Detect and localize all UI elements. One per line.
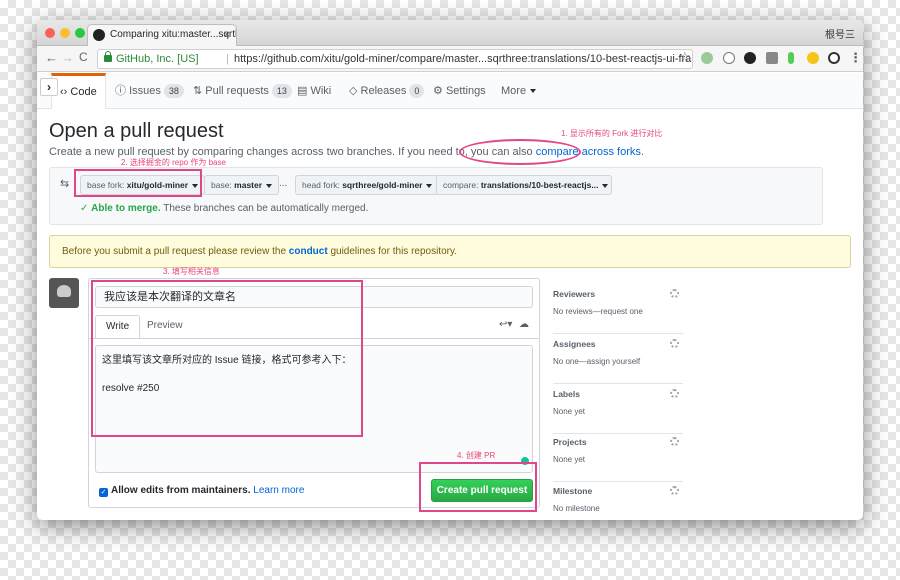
annotation-box-4 bbox=[419, 462, 537, 512]
secure-label: GitHub, Inc. [US] bbox=[116, 53, 199, 65]
zoom-window-button[interactable] bbox=[75, 28, 85, 38]
avatar bbox=[49, 278, 79, 308]
cloud-upload-icon[interactable]: ☁ bbox=[519, 319, 529, 330]
lock-icon bbox=[104, 51, 112, 62]
learn-more-link[interactable]: Learn more bbox=[253, 485, 304, 496]
browser-window: Comparing xitu:master...sqrthr × 根号三 ← →… bbox=[37, 20, 863, 520]
close-tab-icon[interactable]: × bbox=[224, 25, 230, 45]
pull-request-icon: ⇅ bbox=[193, 85, 203, 97]
url-field[interactable]: GitHub, Inc. [US] | https://github.com/x… bbox=[97, 49, 693, 69]
head-fork-select[interactable]: head fork: sqrthree/gold-miner bbox=[295, 175, 440, 195]
checkmark-icon: ✓ bbox=[99, 488, 108, 497]
allow-edits-checkbox[interactable]: ✓ Allow edits from maintainers. Learn mor… bbox=[99, 485, 304, 497]
extension-icon[interactable] bbox=[701, 52, 713, 64]
gear-icon bbox=[670, 486, 679, 495]
url-text: https://github.com/xitu/gold-miner/compa… bbox=[234, 53, 692, 65]
repo-nav: ‹› Code ⓘ Issues 38 ⇅ Pull requests 13 ▤ W… bbox=[37, 73, 863, 109]
chevron-down-icon bbox=[266, 183, 273, 188]
bookmark-star-icon[interactable]: ☆ bbox=[679, 49, 691, 65]
back-icon[interactable]: ← bbox=[45, 50, 58, 65]
annotation-box-3 bbox=[91, 280, 363, 437]
releases-count: 0 bbox=[409, 84, 425, 98]
compare-arrows-icon: ⇆ bbox=[60, 178, 70, 190]
github-extension-icon[interactable] bbox=[744, 52, 756, 64]
gear-icon bbox=[670, 437, 679, 446]
chevron-down-icon bbox=[426, 183, 433, 188]
conduct-link[interactable]: conduct bbox=[289, 246, 328, 257]
annotation-1: 1. 显示所有的 Fork 进行对比 bbox=[561, 129, 663, 138]
check-icon: ✓ bbox=[80, 203, 92, 214]
base-branch-select[interactable]: base: master bbox=[204, 175, 280, 195]
annotation-4: 4. 创建 PR bbox=[457, 451, 496, 460]
figure-extension-icon[interactable] bbox=[788, 52, 794, 64]
tab-settings[interactable]: ⚙ Settings bbox=[433, 73, 486, 109]
reply-icon[interactable]: ↩▾ bbox=[499, 319, 512, 330]
reload-icon[interactable]: C bbox=[79, 50, 88, 64]
tab-pull-requests[interactable]: ⇅ Pull requests 13 bbox=[193, 73, 292, 109]
merge-status: ✓ Able to merge. These branches can be a… bbox=[80, 203, 369, 214]
title-bar: Comparing xitu:master...sqrthr × 根号三 bbox=[37, 20, 863, 46]
forward-icon[interactable]: → bbox=[61, 50, 74, 65]
chevron-down-icon bbox=[602, 183, 609, 188]
sidebar-labels[interactable]: Labels None yet bbox=[553, 385, 683, 434]
tab-title: Comparing xitu:master...sqrthr bbox=[110, 29, 237, 40]
tag-icon: ◇ bbox=[349, 85, 358, 97]
minimize-window-button[interactable] bbox=[60, 28, 70, 38]
cloud-extension-icon[interactable] bbox=[723, 52, 735, 64]
github-icon bbox=[93, 29, 105, 41]
tab-issues[interactable]: ⓘ Issues 38 bbox=[115, 73, 184, 109]
address-bar: ← → C GitHub, Inc. [US] | https://github… bbox=[37, 46, 863, 72]
annotation-ellipse-1 bbox=[459, 139, 581, 165]
issue-icon: ⓘ bbox=[115, 85, 126, 97]
gear-icon: ⚙ bbox=[433, 85, 443, 97]
close-window-button[interactable] bbox=[45, 28, 55, 38]
gear-icon bbox=[670, 339, 679, 348]
annotation-box-2 bbox=[74, 169, 202, 197]
tab-code[interactable]: ‹› Code bbox=[51, 73, 106, 109]
gear-icon bbox=[670, 289, 679, 298]
emoji-extension-icon[interactable] bbox=[807, 52, 819, 64]
range-ellipsis: ... bbox=[279, 178, 288, 189]
profile-name[interactable]: 根号三 bbox=[825, 26, 855, 41]
tab-wiki[interactable]: ▤ Wiki bbox=[297, 73, 331, 109]
issues-count: 38 bbox=[163, 84, 184, 98]
camera-extension-icon[interactable] bbox=[766, 52, 778, 64]
browser-menu-icon[interactable]: ⋮ bbox=[849, 50, 862, 66]
annotation-3: 3. 填写相关信息 bbox=[163, 267, 220, 276]
power-extension-icon[interactable] bbox=[828, 52, 840, 64]
browser-tab[interactable]: Comparing xitu:master...sqrthr × bbox=[87, 24, 237, 46]
sidebar-toggle-button[interactable]: › bbox=[40, 78, 58, 96]
code-icon: ‹› bbox=[60, 86, 68, 98]
chevron-down-icon bbox=[530, 89, 537, 94]
sidebar-projects[interactable]: Projects None yet bbox=[553, 433, 683, 482]
tab-releases[interactable]: ◇ Releases 0 bbox=[349, 73, 425, 109]
tab-more[interactable]: More bbox=[501, 73, 537, 109]
pull-requests-count: 13 bbox=[271, 84, 292, 98]
gear-icon bbox=[670, 389, 679, 398]
sidebar-reviewers[interactable]: Reviewers No reviews—request one bbox=[553, 285, 683, 334]
compare-branch-select[interactable]: compare: translations/10-best-reactjs... bbox=[436, 175, 612, 195]
contributing-flash: Before you submit a pull request please … bbox=[49, 235, 851, 268]
wiki-icon: ▤ bbox=[297, 85, 308, 97]
page-title: Open a pull request bbox=[49, 120, 224, 142]
sidebar-assignees[interactable]: Assignees No one—assign yourself bbox=[553, 335, 683, 384]
sidebar-milestone[interactable]: Milestone No milestone bbox=[553, 482, 683, 520]
